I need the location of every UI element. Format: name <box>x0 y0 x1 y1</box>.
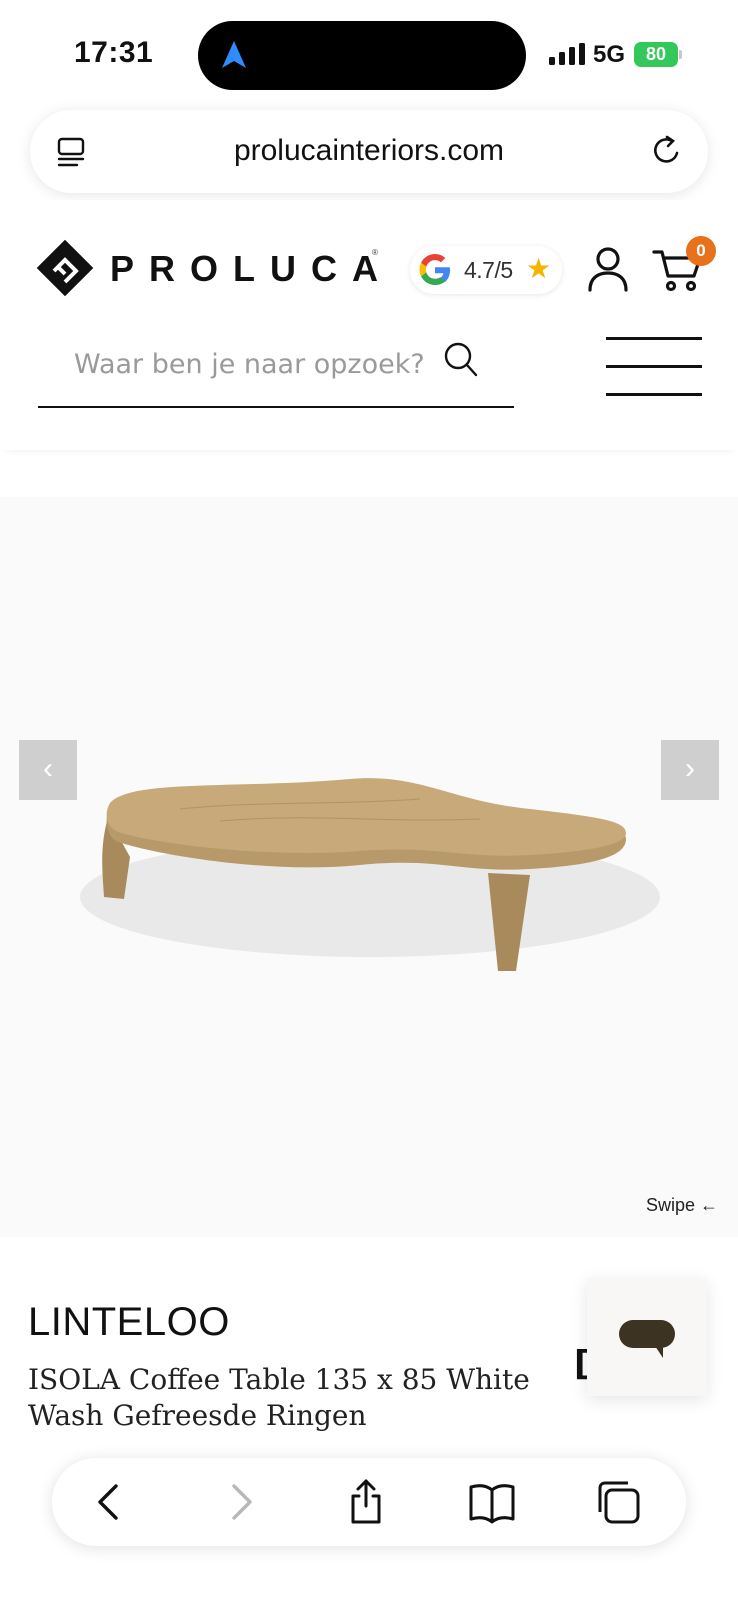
google-icon <box>419 254 450 285</box>
location-arrow-icon <box>222 41 246 68</box>
status-time: 17:31 <box>74 36 154 69</box>
bookmarks-icon[interactable] <box>468 1478 516 1526</box>
tabs-icon[interactable] <box>594 1478 642 1526</box>
url-text[interactable]: prolucainteriors.com <box>110 134 628 168</box>
gallery-prev-button[interactable]: ‹ <box>19 740 77 800</box>
product-gallery[interactable]: ‹ › Swipe ← <box>0 497 738 1237</box>
google-rating-badge[interactable]: 4.7/5 ★ <box>410 246 562 294</box>
chat-bubble-icon <box>619 1320 675 1358</box>
search-icon[interactable] <box>444 342 478 378</box>
account-icon[interactable] <box>586 246 630 292</box>
battery-level: 80 <box>634 42 678 67</box>
swipe-hint: Swipe ← <box>645 1195 718 1215</box>
dynamic-island <box>198 21 526 90</box>
search-input[interactable] <box>74 342 434 386</box>
search-bar[interactable] <box>38 320 514 408</box>
site-header: PROLUCA ® 4.7/5 ★ 0 <box>0 200 738 450</box>
product-image <box>80 778 660 971</box>
rating-score: 4.7/5 <box>464 257 513 283</box>
gallery-next-button[interactable]: › <box>661 740 719 800</box>
page-menu-icon[interactable] <box>56 136 88 168</box>
hamburger-menu-button[interactable] <box>606 337 702 401</box>
chat-widget-button[interactable] <box>587 1278 707 1396</box>
address-bar[interactable]: prolucainteriors.com <box>30 110 708 193</box>
share-icon[interactable] <box>342 1478 390 1526</box>
star-icon: ★ <box>526 253 552 284</box>
browser-toolbar <box>52 1458 686 1546</box>
cart-count-badge[interactable]: 0 <box>686 236 716 266</box>
logo-text[interactable]: PROLUCA <box>110 248 393 290</box>
network-type: 5G <box>593 41 626 68</box>
back-arrow-icon[interactable] <box>86 1478 134 1526</box>
status-bar: 17:31 5G 80 <box>0 0 738 105</box>
product-title: ISOLA Coffee Table 135 x 85 White Wash G… <box>28 1363 530 1432</box>
logo-registered-mark: ® <box>372 248 378 257</box>
forward-arrow-icon[interactable] <box>216 1478 264 1526</box>
signal-icon <box>549 43 585 65</box>
proluca-logo-icon[interactable] <box>34 237 96 299</box>
battery-icon: 80 <box>634 42 682 67</box>
reload-icon[interactable] <box>650 134 684 168</box>
product-brand[interactable]: LINTELOO <box>28 1300 230 1345</box>
